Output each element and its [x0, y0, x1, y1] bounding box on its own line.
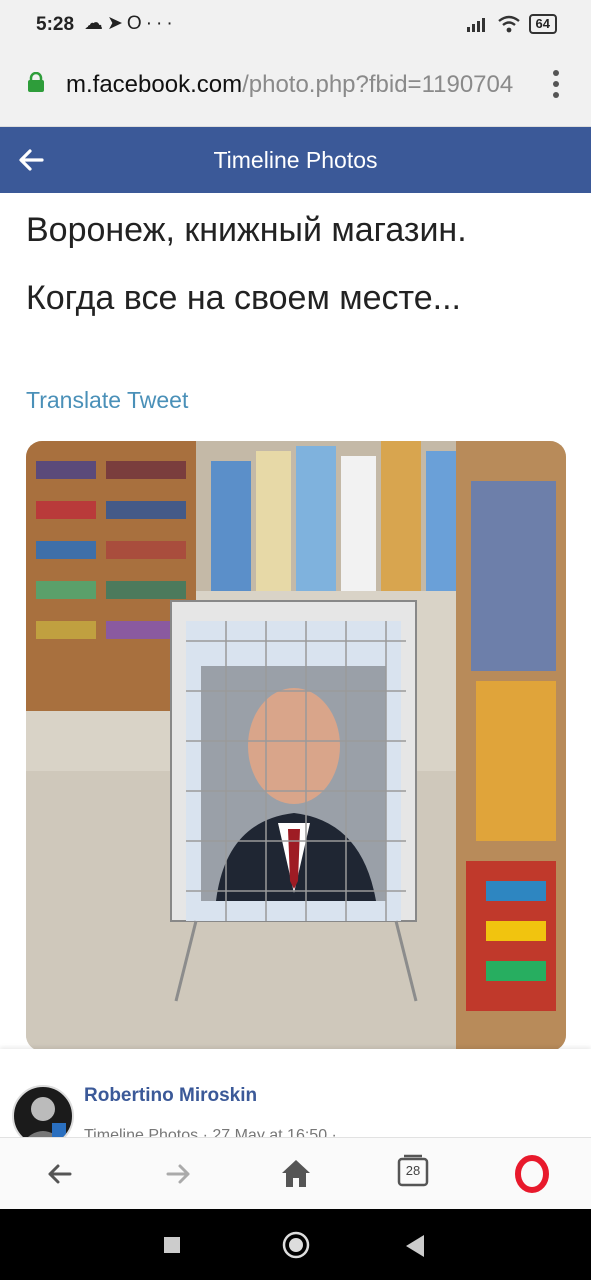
status-bar: 5:28 ☁➤O··· 64 [0, 0, 591, 52]
home-button-icon[interactable] [282, 1231, 310, 1259]
post-text-line-1: Воронеж, книжный магазин. [26, 211, 467, 249]
forward-nav-icon[interactable] [158, 1154, 198, 1194]
wifi-icon [497, 15, 520, 33]
cloud-icon: ☁ [84, 13, 107, 34]
back-nav-icon[interactable] [40, 1154, 80, 1194]
author-card: Robertino Miroskin Timeline Photos · 27 … [0, 1049, 591, 1147]
page-title: Timeline Photos [213, 147, 378, 173]
opera-menu-icon[interactable] [512, 1154, 552, 1194]
translate-tweet-link[interactable]: Translate Tweet [26, 387, 188, 414]
post-photo[interactable] [26, 441, 566, 1051]
home-icon[interactable] [276, 1154, 316, 1194]
status-right: 64 [466, 14, 557, 34]
system-nav-bar [0, 1209, 591, 1280]
photo-illustration [26, 441, 566, 1051]
status-icons: ☁➤O··· [84, 12, 177, 35]
status-time: 5:28 [36, 14, 75, 35]
tabs-button[interactable]: 28 [396, 1154, 430, 1188]
opera-status-icon: O [126, 13, 146, 34]
battery-indicator: 64 [528, 14, 557, 34]
url-text[interactable]: m.facebook.com/photo.php?fbid=1190704 [66, 71, 526, 99]
telegram-icon: ➤ [107, 13, 127, 34]
post-text-line-2: Когда все на своем месте... [26, 279, 461, 317]
url-path: /photo.php?fbid=1190704 [242, 71, 514, 98]
lock-icon [28, 72, 44, 92]
more-icon: ··· [145, 13, 177, 34]
author-name[interactable]: Robertino Miroskin [84, 1085, 257, 1107]
post-content: Воронеж, книжный магазин. Когда все на с… [0, 193, 591, 1073]
tab-count-label: 28 [405, 1163, 421, 1178]
recent-apps-icon[interactable] [164, 1237, 182, 1255]
page-header: Timeline Photos [0, 127, 591, 193]
address-bar[interactable]: m.facebook.com/photo.php?fbid=1190704 [0, 52, 591, 127]
browser-nav-bar: 28 [0, 1137, 591, 1210]
url-domain: m.facebook.com [66, 71, 243, 98]
browser-menu-icon[interactable] [553, 70, 559, 103]
system-back-icon[interactable] [406, 1235, 426, 1257]
signal-icon [466, 18, 485, 32]
